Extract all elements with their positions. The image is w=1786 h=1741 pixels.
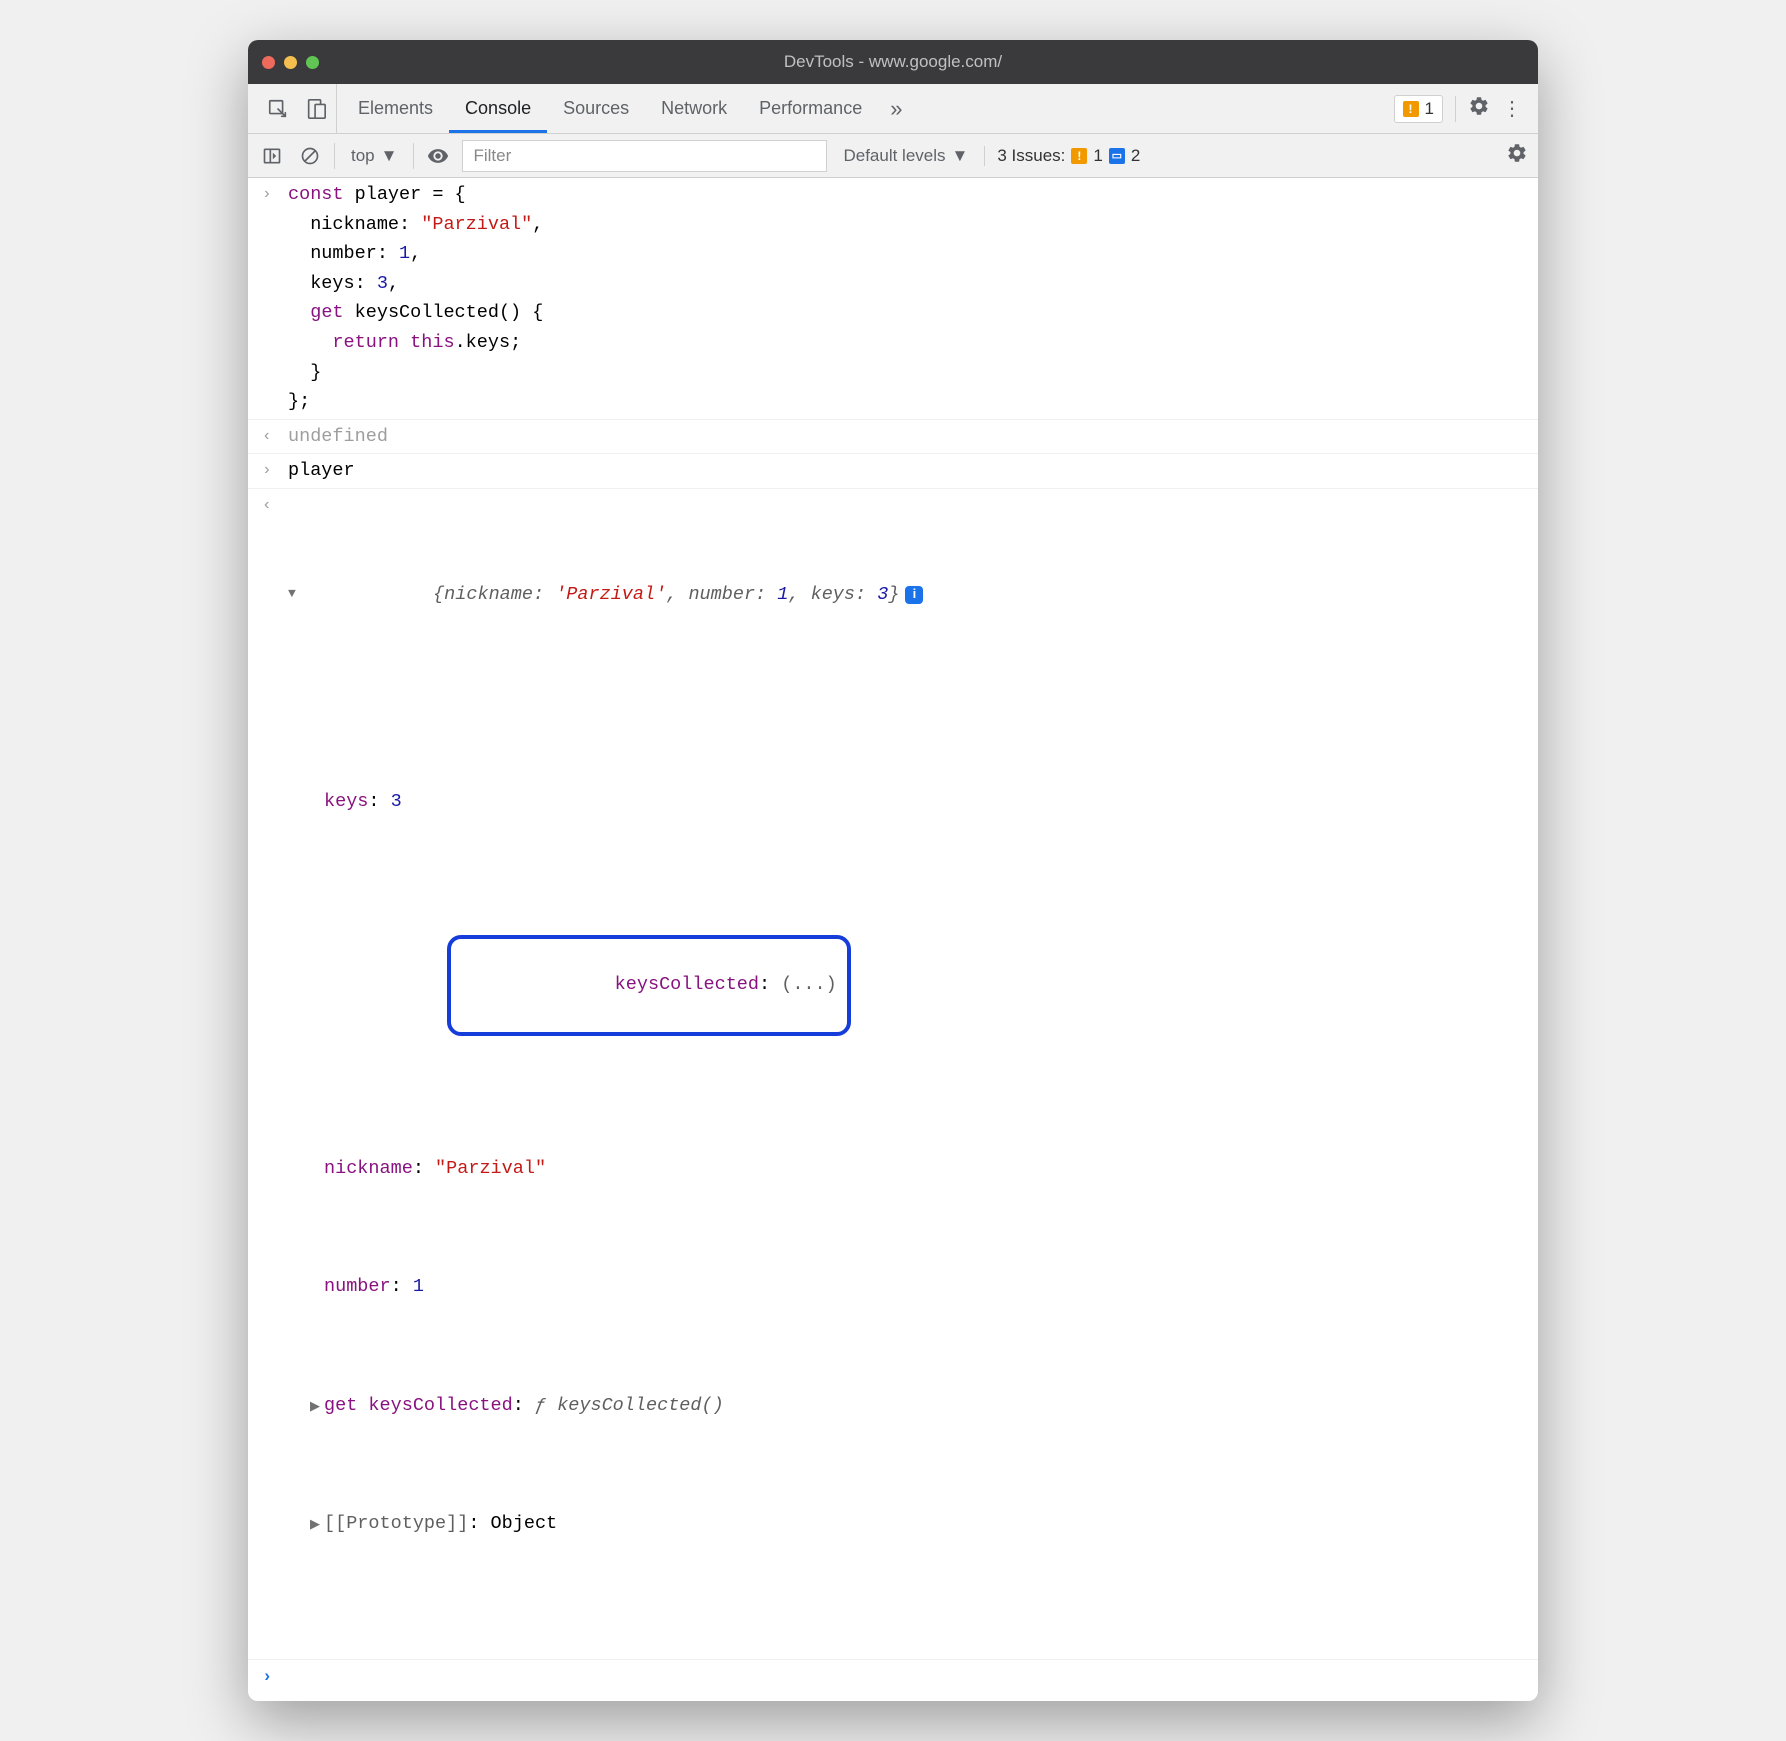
object-output: ▼ {nickname: 'Parzival', number: 1, keys…: [288, 491, 1524, 1657]
tree-row-keys[interactable]: keys: 3: [324, 787, 1524, 817]
console-body: › const player = { nickname: "Parzival",…: [248, 178, 1538, 1701]
main-tabbar: Elements Console Sources Network Perform…: [248, 84, 1538, 134]
console-settings-gear-icon[interactable]: [1506, 142, 1528, 169]
clear-console-icon[interactable]: [296, 142, 324, 170]
summary-key: number:: [688, 584, 766, 605]
expand-caret-icon[interactable]: ▼: [288, 584, 296, 605]
summary-val: 'Parzival': [555, 584, 666, 605]
toggle-sidebar-icon[interactable]: [258, 142, 286, 170]
tab-console[interactable]: Console: [449, 84, 547, 133]
player-input: player: [288, 456, 1524, 486]
tree-row-number[interactable]: number: 1: [324, 1272, 1524, 1302]
code-input: const player = { nickname: "Parzival", n…: [288, 180, 1524, 417]
property-name: [[Prototype]]: [324, 1513, 468, 1534]
console-prompt-row[interactable]: ›: [248, 1659, 1538, 1701]
window-controls: [262, 56, 319, 69]
dropdown-caret-icon: ▼: [381, 146, 398, 166]
execution-context-select[interactable]: top ▼: [345, 146, 403, 166]
inspect-element-icon[interactable]: [264, 95, 292, 123]
tree-row-getter[interactable]: ▶get keysCollected: ƒ keysCollected(): [310, 1391, 1524, 1421]
output-caret-icon: ‹: [262, 422, 288, 452]
summary-key: keys:: [811, 584, 867, 605]
devtools-window: DevTools - www.google.com/ Elements Cons…: [248, 40, 1538, 1701]
property-value: Object: [491, 1513, 558, 1534]
tabbar-icons: [258, 84, 337, 133]
tree-row-prototype[interactable]: ▶[[Prototype]]: Object: [310, 1509, 1524, 1539]
summary-val: 1: [777, 584, 788, 605]
settings-gear-icon[interactable]: [1468, 95, 1490, 122]
tree-row-nickname[interactable]: nickname: "Parzival": [324, 1154, 1524, 1184]
property-name: keysCollected: [615, 974, 759, 995]
object-summary[interactable]: ▼ {nickname: 'Parzival', number: 1, keys…: [288, 550, 1524, 639]
property-name: number: [324, 1276, 391, 1297]
separator: [334, 143, 335, 169]
property-name: nickname: [324, 1158, 413, 1179]
issues-count: 1: [1425, 99, 1434, 119]
console-input-row: › const player = { nickname: "Parzival",…: [248, 178, 1538, 420]
tab-network[interactable]: Network: [645, 84, 743, 133]
summary-key: nickname:: [444, 584, 544, 605]
live-expression-eye-icon[interactable]: [424, 142, 452, 170]
console-toolbar: top ▼ Default levels ▼ 3 Issues: ! 1 ▭ 2: [248, 134, 1538, 178]
issues-link[interactable]: 3 Issues: ! 1 ▭ 2: [984, 146, 1140, 166]
separator: [1455, 96, 1456, 122]
undefined-result: undefined: [288, 422, 1524, 452]
more-menu-icon[interactable]: ⋮: [1502, 96, 1522, 121]
tab-list: Elements Console Sources Network Perform…: [337, 84, 919, 133]
console-result-row: ‹ undefined: [248, 420, 1538, 455]
brace-open: {: [433, 584, 444, 605]
issues-warn-count: 1: [1093, 146, 1102, 166]
issues-info-count: 2: [1131, 146, 1140, 166]
tabbar-right: ! 1 ⋮: [1394, 95, 1528, 123]
tab-performance[interactable]: Performance: [743, 84, 878, 133]
titlebar: DevTools - www.google.com/: [248, 40, 1538, 84]
info-badge-icon[interactable]: i: [905, 586, 923, 604]
property-name: keys: [324, 791, 368, 812]
property-value: "Parzival": [435, 1158, 546, 1179]
tree-row-keyscollected[interactable]: keysCollected: (...): [324, 905, 1524, 1065]
log-levels-select[interactable]: Default levels ▼: [837, 146, 974, 166]
window-title: DevTools - www.google.com/: [784, 52, 1002, 72]
warning-icon: !: [1071, 148, 1087, 164]
context-value: top: [351, 146, 375, 166]
input-caret-icon: ›: [262, 456, 288, 486]
brace-close: }: [888, 584, 899, 605]
toolbar-right: [1506, 142, 1528, 169]
input-caret-icon: ›: [262, 180, 288, 417]
console-result-row: ‹ ▼ {nickname: 'Parzival', number: 1, ke…: [248, 489, 1538, 1659]
close-window-button[interactable]: [262, 56, 275, 69]
console-input-row: › player: [248, 454, 1538, 489]
maximize-window-button[interactable]: [306, 56, 319, 69]
property-value: 1: [413, 1276, 424, 1297]
summary-val: 3: [877, 584, 888, 605]
function-name: keysCollected(): [557, 1395, 724, 1416]
issues-badge[interactable]: ! 1: [1394, 95, 1443, 123]
object-tree: keys: 3 keysCollected: (...) nickname: "…: [288, 728, 1524, 1598]
filter-input[interactable]: [462, 140, 827, 172]
issues-label: 3 Issues:: [997, 146, 1065, 166]
property-name: get keysCollected: [324, 1395, 513, 1416]
getter-placeholder[interactable]: (...): [781, 974, 837, 995]
minimize-window-button[interactable]: [284, 56, 297, 69]
device-toggle-icon[interactable]: [302, 95, 330, 123]
warning-icon: !: [1403, 101, 1419, 117]
separator: [413, 143, 414, 169]
info-icon: ▭: [1109, 148, 1125, 164]
tabs-overflow-icon[interactable]: »: [878, 96, 914, 122]
levels-value: Default levels: [843, 146, 945, 166]
output-caret-icon: ‹: [262, 491, 288, 1657]
function-f-icon: ƒ: [535, 1395, 546, 1416]
expand-caret-icon[interactable]: ▶: [310, 1399, 320, 1414]
prompt-caret-icon: ›: [262, 1664, 272, 1691]
property-value: 3: [391, 791, 402, 812]
expand-caret-icon[interactable]: ▶: [310, 1517, 320, 1532]
tab-elements[interactable]: Elements: [342, 84, 449, 133]
tab-sources[interactable]: Sources: [547, 84, 645, 133]
highlight-annotation: keysCollected: (...): [447, 935, 851, 1036]
dropdown-caret-icon: ▼: [952, 146, 969, 166]
